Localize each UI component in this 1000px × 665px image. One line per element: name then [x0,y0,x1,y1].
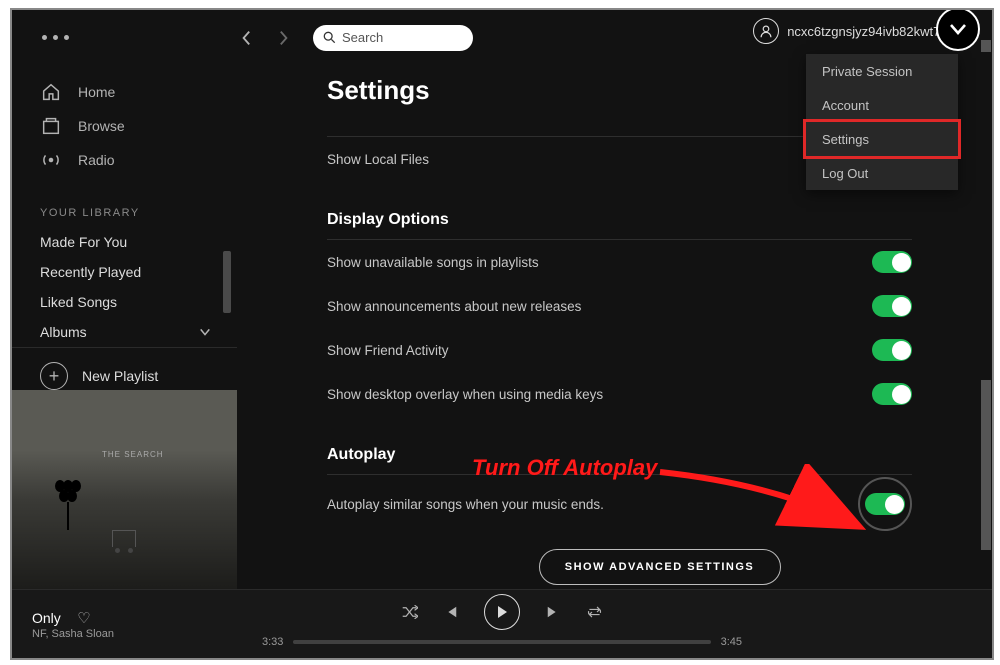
previous-button[interactable] [444,605,458,619]
artwork-illustration [56,480,80,530]
setting-label: Show Friend Activity [327,343,449,358]
annotation-arrow-icon [652,464,902,544]
sidebar-item-browse[interactable]: Browse [12,109,237,143]
next-button[interactable] [546,605,560,619]
sidebar-item-radio[interactable]: Radio [12,143,237,177]
chevron-down-icon [948,22,968,36]
menu-item-account[interactable]: Account [806,88,958,122]
sidebar-item-label: Browse [78,118,125,134]
app-window: Search ncxc6tzgnsjyz94ivb82kwt7t Home Br… [10,8,994,660]
library-item-liked-songs[interactable]: Liked Songs [12,287,237,317]
sidebar-item-label: Albums [40,324,87,340]
toggle-announcements[interactable] [872,295,912,317]
sidebar-item-label: Radio [78,152,115,168]
elapsed-time: 3:33 [262,636,283,648]
toggle-friend-activity[interactable] [872,339,912,361]
now-playing-artist[interactable]: NF, Sasha Sloan [32,628,252,640]
sidebar-item-home[interactable]: Home [12,75,237,109]
sidebar-item-label: Home [78,84,115,100]
search-placeholder: Search [342,30,383,45]
library-item-albums[interactable]: Albums [12,317,237,347]
menu-item-settings[interactable]: Settings [803,119,961,159]
duration-time: 3:45 [721,636,742,648]
annotation-text: Turn Off Autoplay [472,455,657,481]
account-menu: Private Session Account Settings Log Out [806,54,958,190]
new-playlist-label: New Playlist [82,368,158,384]
sidebar-scrollbar[interactable] [223,251,231,313]
setting-label: Show desktop overlay when using media ke… [327,387,603,402]
account-dropdown-button[interactable] [936,8,980,51]
menu-item-private-session[interactable]: Private Session [806,54,958,88]
album-artwork[interactable]: THE SEARCH [12,390,237,590]
search-input[interactable]: Search [313,25,473,51]
artwork-caption: THE SEARCH [102,450,164,459]
section-autoplay: Autoplay [327,446,992,464]
nav-forward-icon[interactable] [277,30,291,46]
now-playing-bar: Only ♡ NF, Sasha Sloan 3:33 3:45 [12,589,992,658]
sidebar: Home Browse Radio YOUR LIBRARY Made For … [12,65,237,590]
show-advanced-settings-button[interactable]: SHOW ADVANCED SETTINGS [539,549,781,585]
search-icon [323,31,336,44]
toggle-desktop-overlay[interactable] [872,383,912,405]
main-scrollbar-thumb[interactable] [981,380,991,550]
chevron-down-icon [199,327,211,337]
library-item-recently-played[interactable]: Recently Played [12,257,237,287]
now-playing-title[interactable]: Only [32,610,61,626]
playback-controls: 3:33 3:45 [262,594,742,648]
toggle-unavailable-songs[interactable] [872,251,912,273]
setting-show-local-files: Show Local Files [327,152,429,167]
user-cluster[interactable]: ncxc6tzgnsjyz94ivb82kwt7t [753,18,944,44]
progress-bar[interactable] [293,640,710,644]
menu-dots-icon[interactable] [42,35,69,40]
library-item-made-for-you[interactable]: Made For You [12,227,237,257]
setting-autoplay-desc: Autoplay similar songs when your music e… [327,497,604,512]
setting-label: Show unavailable songs in playlists [327,255,539,270]
library-header: YOUR LIBRARY [12,187,237,227]
avatar-icon [753,18,779,44]
section-display-options: Display Options [327,211,992,229]
like-button[interactable]: ♡ [77,609,90,627]
repeat-button[interactable] [586,605,603,619]
plus-icon: + [40,362,68,390]
menu-item-log-out[interactable]: Log Out [806,156,958,190]
radio-icon [40,149,62,171]
nav-back-icon[interactable] [239,30,253,46]
home-icon [40,81,62,103]
shuffle-button[interactable] [401,605,418,619]
username: ncxc6tzgnsjyz94ivb82kwt7t [787,24,944,39]
main-scrollbar-top-arrow[interactable] [981,40,991,52]
setting-label: Show announcements about new releases [327,299,581,314]
browse-icon [40,115,62,137]
play-button[interactable] [484,594,520,630]
